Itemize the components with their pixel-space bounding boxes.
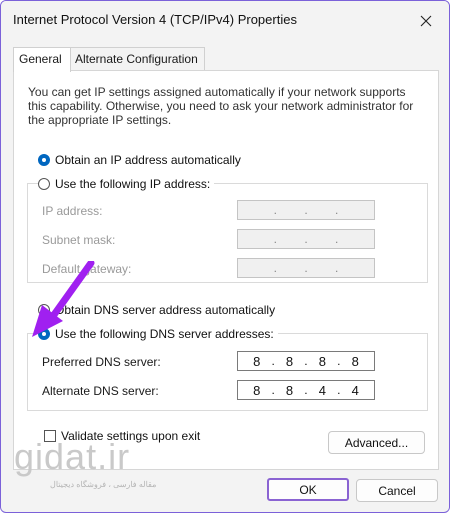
dns-server-group: Preferred DNS server: 8 . 8 . 8 . 8 Alte…	[27, 333, 428, 411]
preferred-dns-label: Preferred DNS server:	[42, 355, 161, 369]
ok-button[interactable]: OK	[267, 478, 349, 501]
preferred-dns-octet-3: 8	[318, 353, 326, 369]
use-following-ip-label: Use the following IP address:	[55, 177, 211, 191]
watermark: gidat.ir مقاله فارسی ، فروشگاه دیجیتال	[14, 436, 164, 496]
obtain-ip-auto-label: Obtain an IP address automatically	[55, 153, 241, 167]
subnet-mask-field: ...	[237, 229, 375, 249]
watermark-logo: gidat.ir	[14, 436, 131, 477]
use-following-ip-option[interactable]: Use the following IP address:	[38, 177, 215, 191]
close-button[interactable]	[413, 8, 439, 34]
ip-address-label: IP address:	[42, 204, 103, 218]
use-following-ip-radio[interactable]	[38, 178, 50, 190]
subnet-mask-label: Subnet mask:	[42, 233, 116, 247]
arrow-annotation-icon	[32, 261, 95, 337]
obtain-ip-auto-option[interactable]: Obtain an IP address automatically	[38, 153, 241, 167]
preferred-dns-octet-1: 8	[253, 353, 261, 369]
preferred-dns-octet-4: 8	[351, 353, 359, 369]
alternate-dns-octet-1: 8	[253, 382, 261, 398]
title-bar: Internet Protocol Version 4 (TCP/IPv4) P…	[1, 1, 449, 41]
tab-general[interactable]: General	[13, 47, 71, 72]
default-gateway-field: ...	[237, 258, 375, 278]
window-title: Internet Protocol Version 4 (TCP/IPv4) P…	[13, 12, 297, 27]
obtain-ip-auto-radio[interactable]	[38, 154, 50, 166]
ip-address-field: ...	[237, 200, 375, 220]
tab-alternate-configuration[interactable]: Alternate Configuration	[69, 47, 205, 70]
alternate-dns-octet-2: 8	[285, 382, 294, 398]
close-icon	[420, 15, 432, 27]
watermark-tagline: مقاله فارسی ، فروشگاه دیجیتال	[50, 480, 157, 489]
alternate-dns-field[interactable]: 8 . 8 . 4 . 4	[237, 380, 375, 400]
advanced-button[interactable]: Advanced...	[328, 431, 425, 454]
alternate-dns-octet-4: 4	[351, 382, 359, 398]
preferred-dns-field[interactable]: 8 . 8 . 8 . 8	[237, 351, 375, 371]
preferred-dns-octet-2: 8	[285, 353, 294, 369]
dialog-window: Internet Protocol Version 4 (TCP/IPv4) P…	[0, 0, 450, 513]
cancel-button[interactable]: Cancel	[356, 479, 438, 502]
alternate-dns-octet-3: 4	[318, 382, 326, 398]
alternate-dns-label: Alternate DNS server:	[42, 384, 159, 398]
intro-text: You can get IP settings assigned automat…	[28, 85, 414, 127]
